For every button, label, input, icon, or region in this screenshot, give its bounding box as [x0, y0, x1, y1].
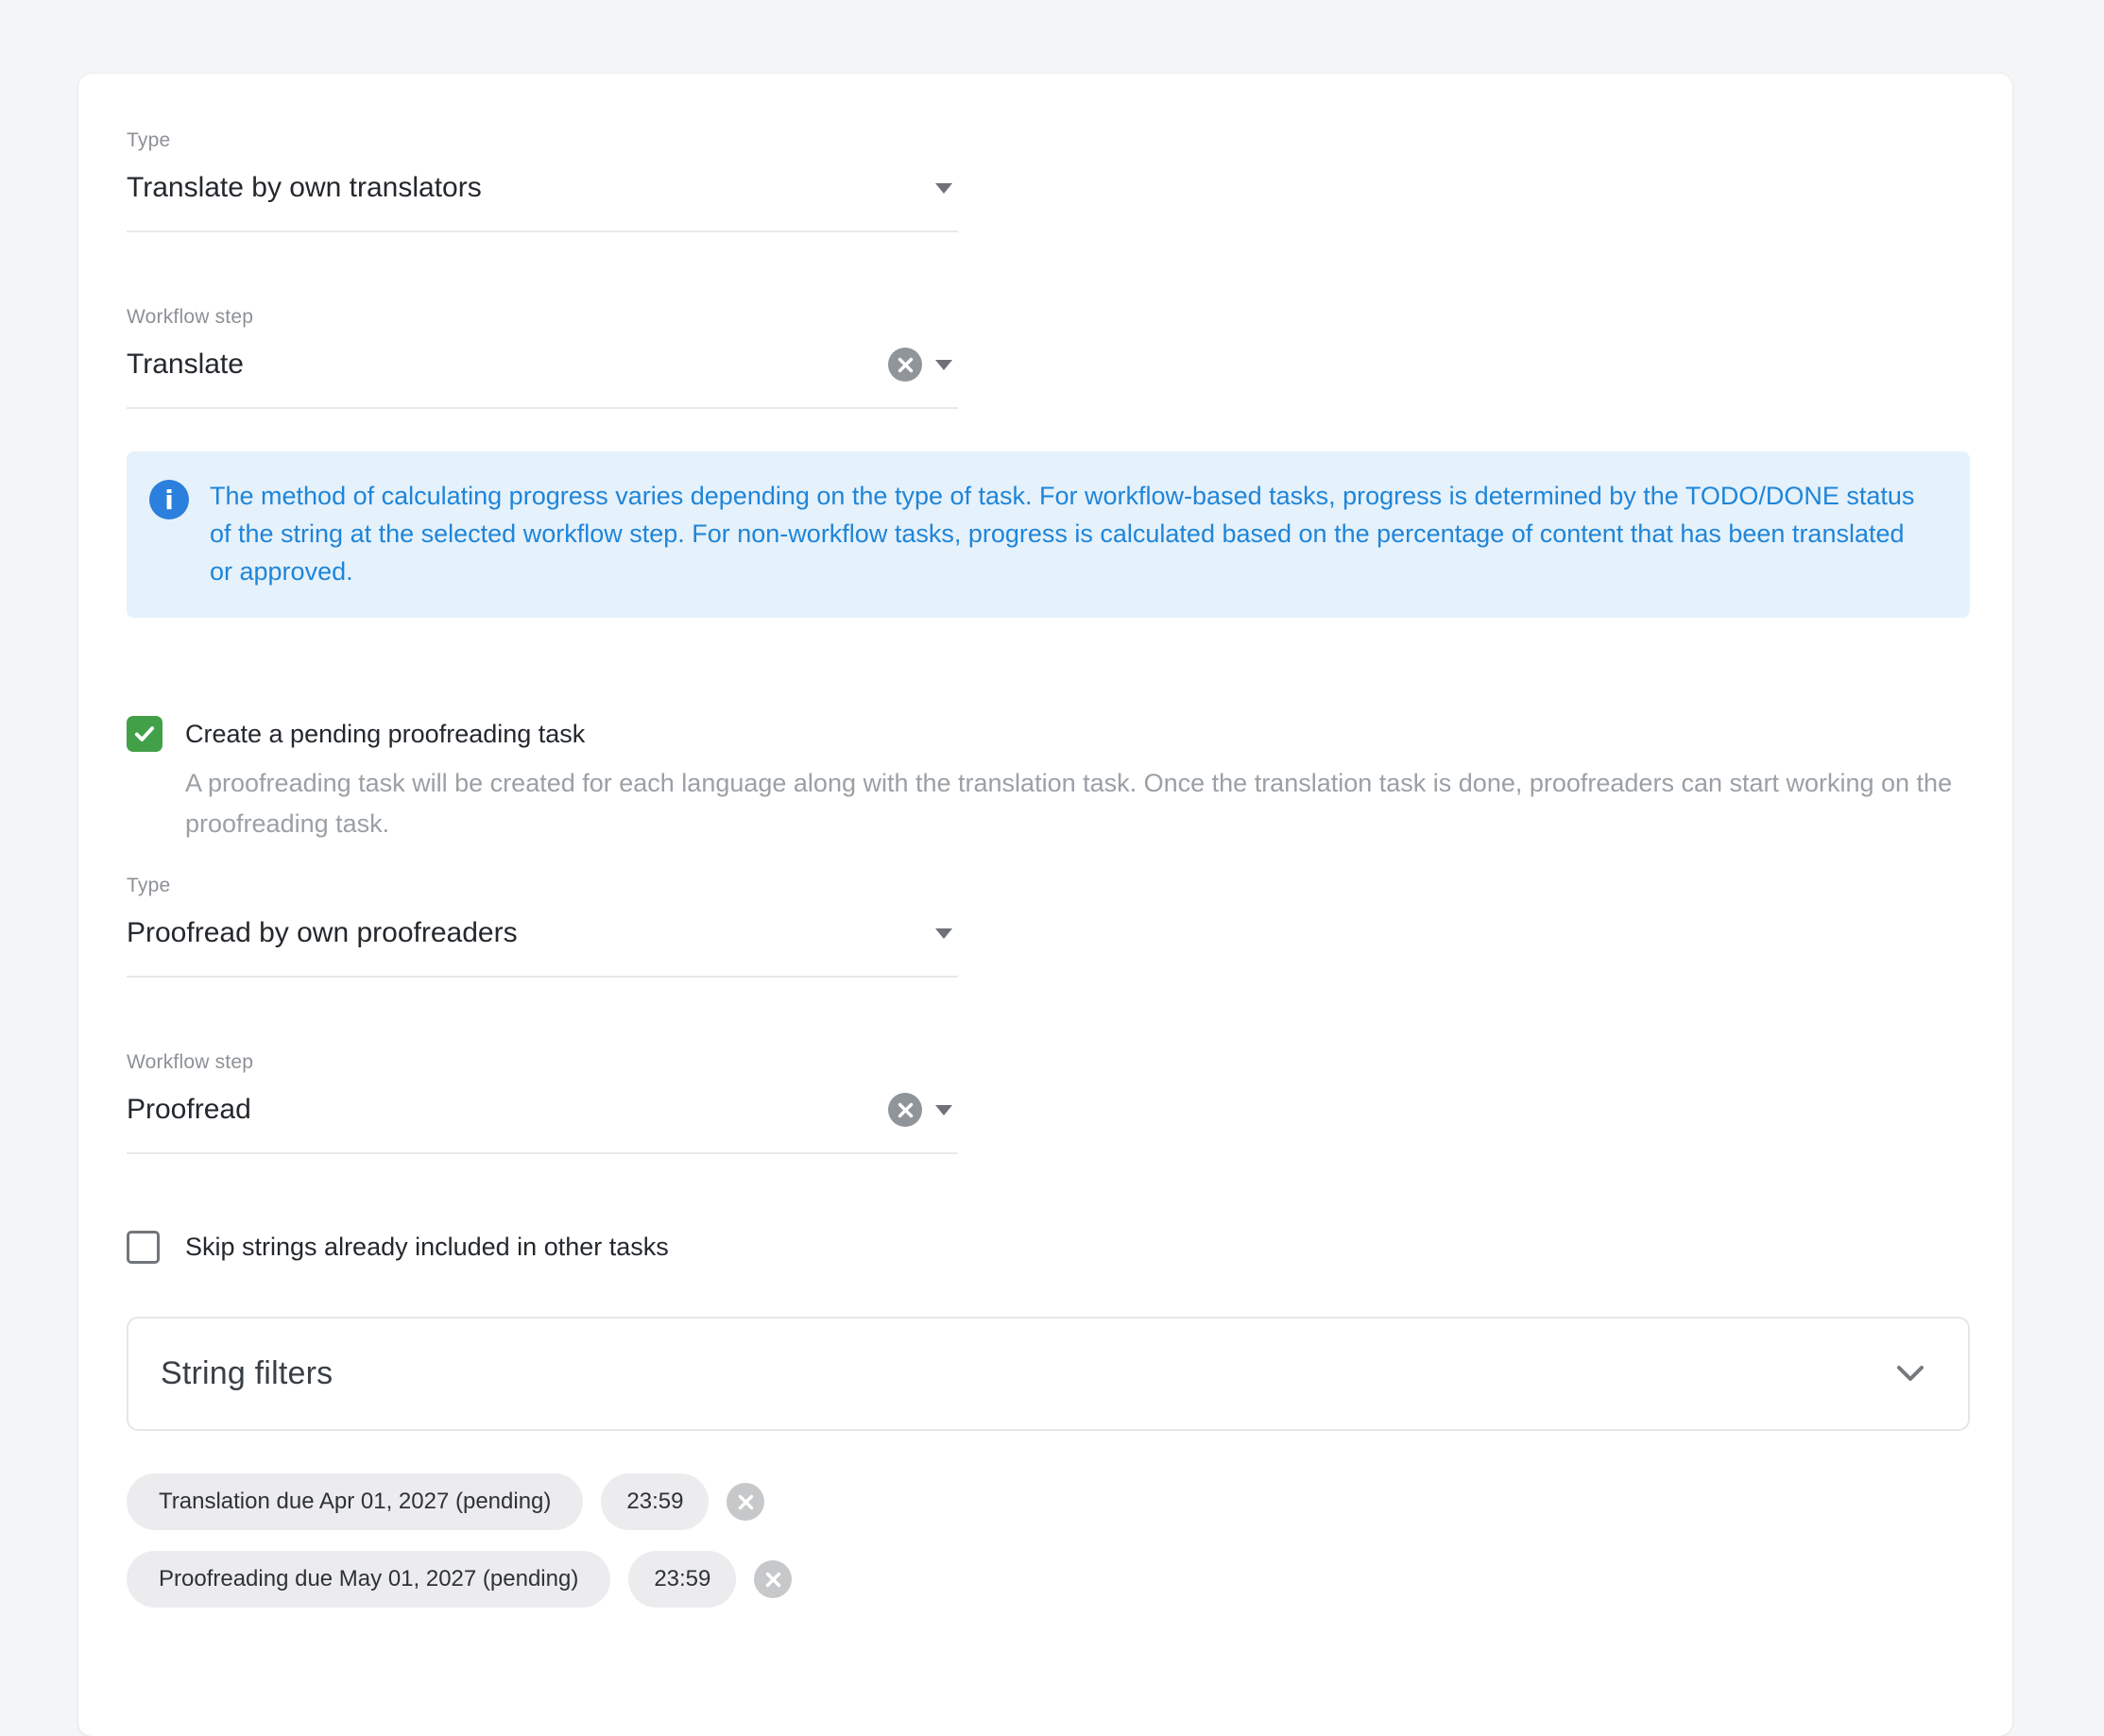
create-proofreading-block: Create a pending proofreading task A pro… [127, 716, 1959, 844]
proofreading-type-label: Type [127, 874, 958, 898]
translation-type-select[interactable]: Translate by own translators [127, 170, 958, 232]
translation-workflow-field: Workflow step Translate [127, 305, 958, 409]
clear-circle-icon[interactable] [888, 348, 922, 382]
skip-strings-label[interactable]: Skip strings already included in other t… [185, 1229, 669, 1265]
translation-deadline-time-chip[interactable]: 23:59 [601, 1473, 709, 1530]
progress-info-text: The method of calculating progress varie… [210, 477, 1928, 590]
caret-down-icon[interactable] [935, 928, 952, 939]
create-proofreading-label[interactable]: Create a pending proofreading task [185, 716, 585, 752]
proofreading-workflow-field: Workflow step Proofread [127, 1050, 958, 1154]
translation-workflow-label: Workflow step [127, 305, 958, 330]
skip-strings-checkbox[interactable]: Skip strings already included in other t… [127, 1231, 1959, 1265]
translation-type-field: Type Translate by own translators [127, 128, 958, 232]
deadline-chips: Translation due Apr 01, 2027 (pending) 2… [127, 1473, 792, 1608]
proofreading-workflow-value: Proofread [127, 1092, 251, 1128]
proofreading-deadline-chip[interactable]: Proofreading due May 01, 2027 (pending) [127, 1551, 610, 1608]
proofreading-type-select[interactable]: Proofread by own proofreaders [127, 915, 958, 978]
string-filters-panel[interactable]: String filters [127, 1317, 1970, 1431]
proofreading-workflow-label: Workflow step [127, 1050, 958, 1075]
caret-down-icon[interactable] [935, 1105, 952, 1115]
proofreading-type-field: Type Proofread by own proofreaders [127, 874, 958, 978]
create-proofreading-checkbox[interactable]: Create a pending proofreading task [127, 716, 1959, 752]
string-filters-title: String filters [161, 1355, 333, 1392]
remove-circle-icon[interactable] [754, 1560, 792, 1598]
checkbox-checked-icon[interactable] [127, 716, 163, 752]
checkbox-unchecked-icon[interactable] [127, 1231, 160, 1264]
translation-type-label: Type [127, 128, 958, 153]
progress-info-banner: i The method of calculating progress var… [127, 451, 1970, 618]
task-form-card: Type Translate by own translators Workfl… [78, 74, 2012, 1736]
clear-circle-icon[interactable] [888, 1093, 922, 1127]
caret-down-icon[interactable] [935, 360, 952, 370]
translation-deadline-row: Translation due Apr 01, 2027 (pending) 2… [127, 1473, 792, 1530]
caret-down-icon[interactable] [935, 183, 952, 194]
skip-strings-block: Skip strings already included in other t… [127, 1231, 1959, 1265]
translation-workflow-value: Translate [127, 347, 244, 383]
translation-type-value: Translate by own translators [127, 170, 482, 206]
create-proofreading-description: A proofreading task will be created for … [185, 763, 1965, 844]
proofreading-workflow-select[interactable]: Proofread [127, 1092, 958, 1154]
proofreading-type-value: Proofread by own proofreaders [127, 915, 518, 951]
proofreading-deadline-time-chip[interactable]: 23:59 [628, 1551, 736, 1608]
translation-deadline-chip[interactable]: Translation due Apr 01, 2027 (pending) [127, 1473, 583, 1530]
remove-circle-icon[interactable] [727, 1483, 764, 1521]
info-icon: i [149, 480, 189, 519]
translation-workflow-select[interactable]: Translate [127, 347, 958, 409]
proofreading-deadline-row: Proofreading due May 01, 2027 (pending) … [127, 1551, 792, 1608]
chevron-down-icon[interactable] [1896, 1365, 1924, 1383]
page: { "translation_task": { "type": { "label… [0, 0, 2104, 1674]
